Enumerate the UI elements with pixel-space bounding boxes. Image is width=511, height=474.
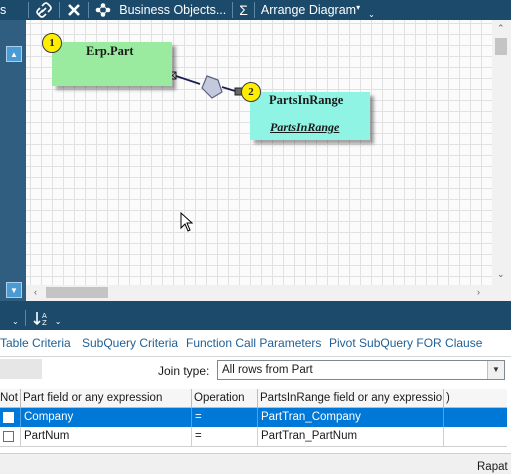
status-bar: Rapat (0, 453, 511, 474)
target-field-cell[interactable]: PartTran_Company (258, 408, 444, 427)
chevron-right-icon[interactable]: › (477, 288, 480, 297)
tab-pivot-subquery-for-clause[interactable]: Pivot SubQuery FOR Clause (329, 330, 482, 357)
grid-header: Not Part field or any expression Operati… (0, 389, 507, 408)
scroll-thumb[interactable] (46, 287, 108, 298)
toolbar-overflow-button[interactable]: ⌄ (367, 0, 375, 20)
chevron-down-icon[interactable]: ⌄ (497, 270, 505, 279)
row-divider (0, 446, 507, 447)
node-alias: PartsInRange (270, 120, 340, 134)
close-paren-cell[interactable] (444, 427, 507, 446)
chevron-down-icon: ⌄ (368, 9, 375, 19)
svg-text:Z: Z (42, 319, 47, 326)
triangle-up-icon: ▲ (10, 49, 18, 59)
join-type-select[interactable]: All rows from Part ▼ (217, 360, 505, 380)
join-diamond-icon[interactable] (201, 75, 223, 99)
dropdown-caret-icon: ▾ (356, 2, 361, 12)
node-title: PartsInRange (269, 93, 344, 107)
link-icon (36, 2, 53, 18)
delete-button[interactable] (66, 0, 82, 20)
diagram-canvas[interactable]: Erp.Part 1 PartsInRange PartsInRange 2 (26, 20, 492, 285)
diagram-toolbar: s Business Objects... Σ Arrange Diagram … (0, 0, 511, 20)
chevron-left-icon[interactable]: ‹ (34, 288, 37, 297)
table-node-erp-part[interactable]: Erp.Part (52, 42, 172, 86)
operation-cell[interactable]: = (192, 427, 258, 446)
join-type-label: Join type: (158, 364, 210, 378)
tab-table-criteria[interactable]: Table Criteria (0, 330, 71, 357)
sort-icon: A Z (33, 312, 47, 326)
arrange-diagram-dropdown[interactable]: Arrange Diagram ▾ (261, 0, 360, 20)
mouse-cursor-icon (180, 212, 194, 232)
not-checkbox[interactable] (3, 431, 14, 442)
tab-subquery-criteria[interactable]: SubQuery Criteria (82, 330, 178, 357)
link-tool-button[interactable] (35, 0, 53, 20)
column-header-partsinrange-field[interactable]: PartsInRange field or any expressio (258, 389, 444, 408)
left-panel-rail: ▲ ▼ (0, 20, 26, 301)
tab-function-call-parameters[interactable]: Function Call Parameters (186, 330, 321, 357)
sum-button[interactable]: Σ (239, 0, 248, 20)
join-type-value: All rows from Part (222, 364, 313, 376)
sort-button[interactable]: A Z ⌄ (32, 310, 62, 326)
toolbar-separator (24, 310, 26, 326)
table-row[interactable]: Company = PartTran_Company (0, 408, 507, 427)
criteria-toolbar: ⌄ A Z ⌄ (0, 306, 511, 330)
column-header-close-paren[interactable]: ) (444, 389, 507, 408)
canvas-vertical-scrollbar[interactable]: ⌃ ⌄ (492, 20, 511, 285)
canvas-horizontal-scrollbar[interactable]: ‹ › (26, 285, 492, 301)
part-field-cell[interactable]: PartNum (21, 427, 192, 446)
chevron-down-icon[interactable]: ⌄ (12, 317, 19, 326)
node-number-badge: 1 (42, 33, 62, 53)
column-header-operation[interactable]: Operation (192, 389, 258, 408)
table-node-partsinrange[interactable]: PartsInRange PartsInRange (250, 92, 370, 140)
arrange-diagram-label: Arrange Diagram (260, 3, 357, 17)
operation-cell[interactable]: = (192, 408, 258, 427)
chevron-down-icon: ⌄ (54, 316, 62, 326)
toolbar-separator (88, 2, 90, 18)
triangle-down-icon: ▼ (10, 285, 18, 295)
toolbar-clipped-label: s (0, 3, 7, 17)
not-checkbox[interactable] (3, 412, 14, 423)
criteria-action-area (0, 359, 42, 379)
rail-scroll-down-button[interactable]: ▼ (6, 282, 22, 298)
node-number-badge: 2 (241, 82, 261, 102)
status-text: Rapat (477, 461, 508, 473)
target-field-cell[interactable]: PartTran_PartNum (258, 427, 444, 446)
rail-scroll-up-button[interactable]: ▲ (6, 46, 22, 62)
hierarchy-icon (95, 3, 111, 17)
close-icon (68, 4, 81, 16)
column-header-part-field[interactable]: Part field or any expression (21, 389, 192, 408)
join-type-row: Join type: All rows from Part ▼ (0, 357, 511, 387)
not-cell[interactable] (0, 427, 21, 446)
join-criteria-grid: Not Part field or any expression Operati… (0, 389, 511, 453)
scroll-corner (492, 285, 511, 301)
business-objects-label: Business Objects... (119, 3, 227, 17)
table-row[interactable]: PartNum = PartTran_PartNum (0, 427, 507, 446)
criteria-tabs: Table Criteria SubQuery Criteria Functio… (0, 330, 511, 357)
scroll-thumb[interactable] (495, 38, 507, 55)
close-paren-cell[interactable] (444, 408, 507, 427)
part-field-cell[interactable]: Company (21, 408, 192, 427)
chevron-up-icon[interactable]: ⌃ (497, 24, 505, 33)
toolbar-separator (253, 2, 255, 18)
node-title: Erp.Part (86, 44, 134, 58)
business-objects-button[interactable]: Business Objects... (95, 0, 226, 20)
toolbar-separator (59, 2, 61, 18)
not-cell[interactable] (0, 408, 21, 427)
dropdown-arrow-icon[interactable]: ▼ (487, 361, 504, 379)
column-header-not[interactable]: Not (0, 389, 21, 408)
toolbar-separator (232, 2, 234, 18)
toolbar-separator (28, 2, 30, 18)
